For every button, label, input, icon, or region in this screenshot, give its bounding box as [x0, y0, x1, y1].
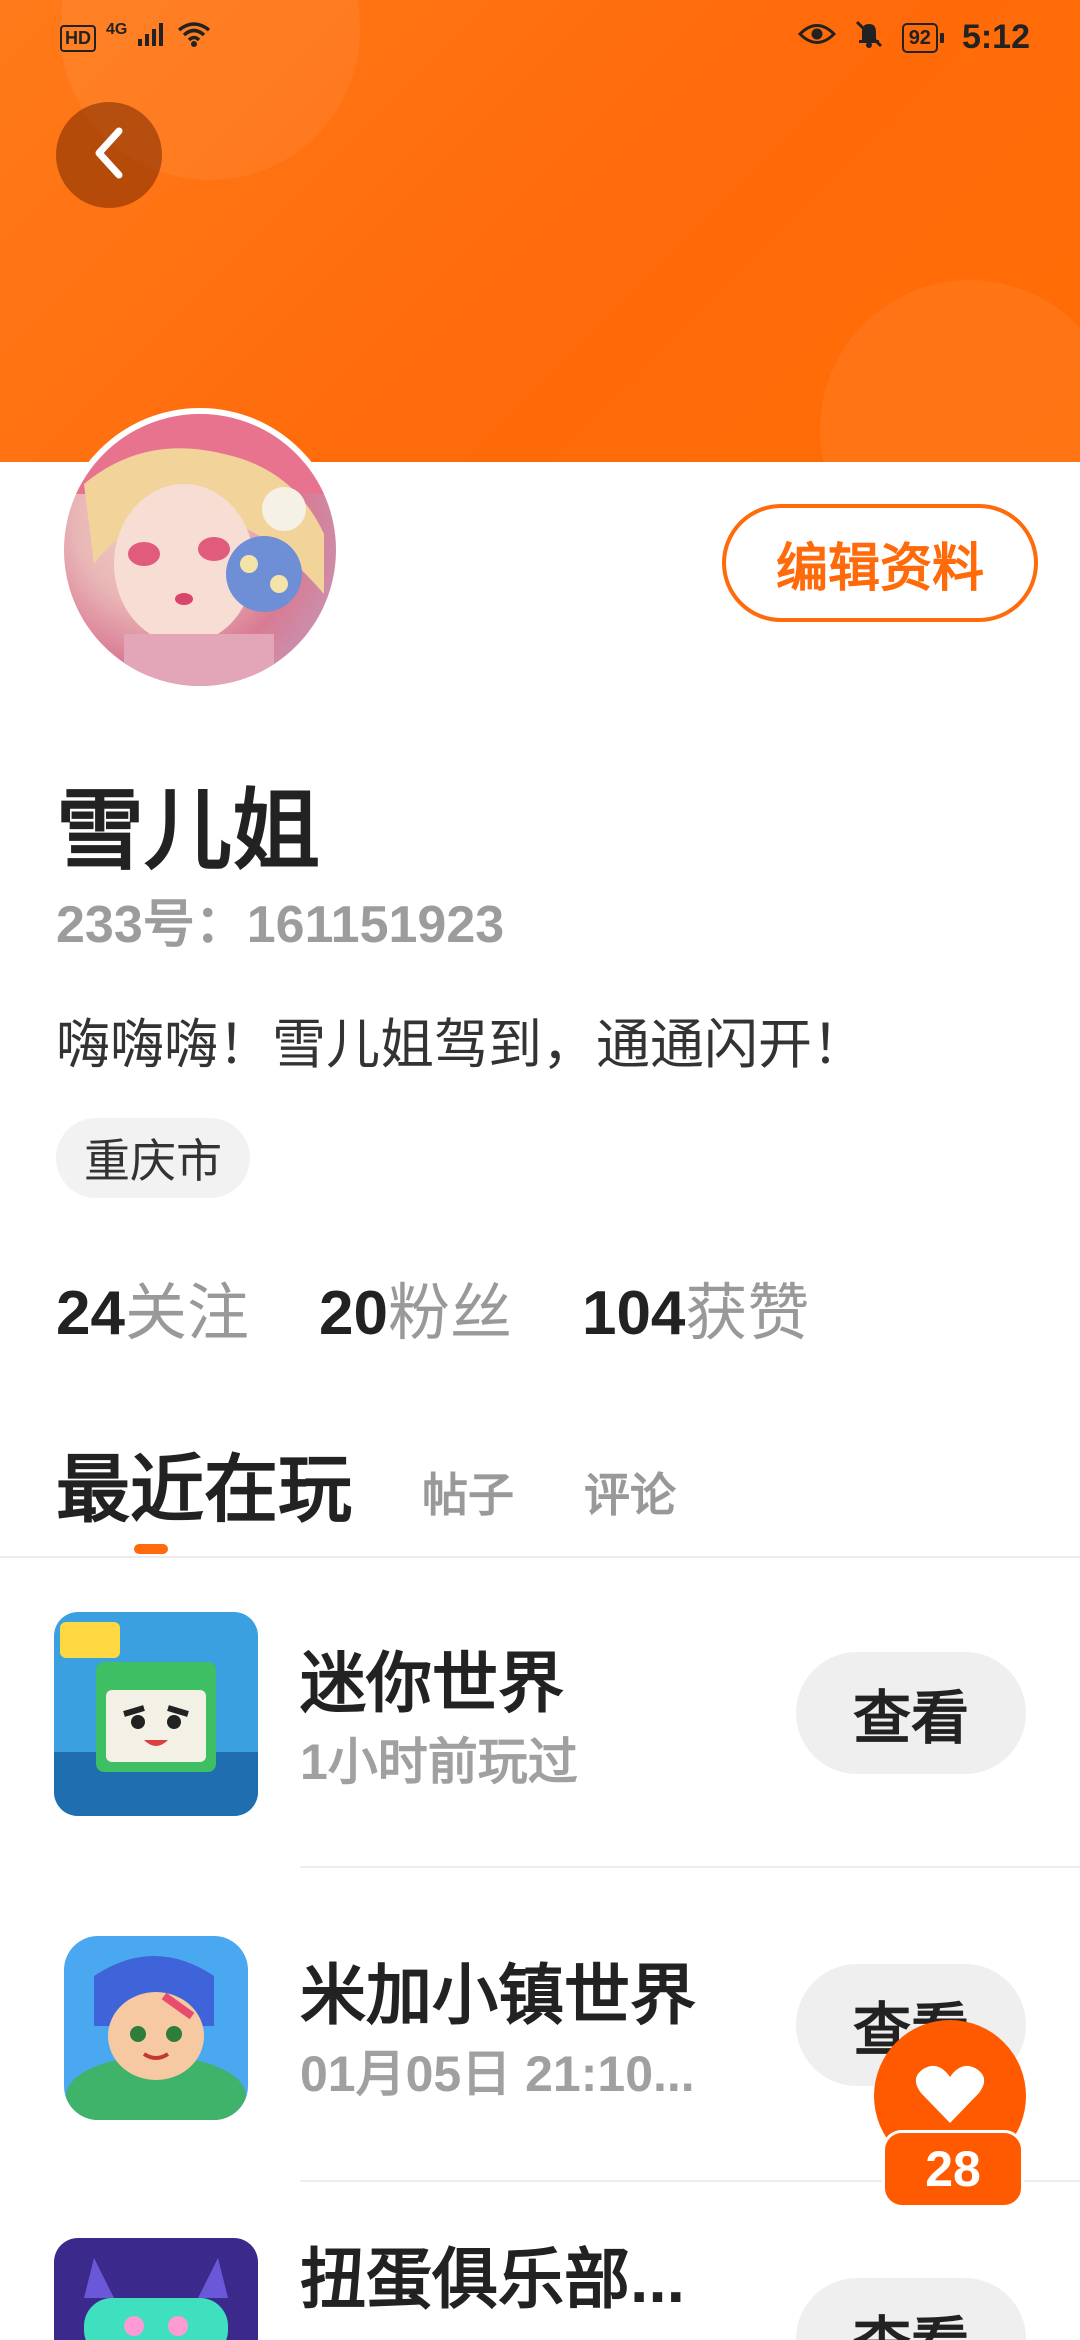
tab-posts[interactable]: 帖子	[422, 1459, 514, 1537]
tab-recently-played[interactable]: 最近在玩	[56, 1430, 352, 1537]
eye-icon	[797, 21, 836, 55]
gacha-club-icon	[54, 2238, 258, 2340]
mini-world-icon	[54, 1612, 258, 1816]
chevron-left-icon	[89, 125, 129, 186]
list-item[interactable]: 迷你世界 1小时前玩过 查看	[0, 1558, 1080, 1872]
mute-bell-icon	[854, 19, 884, 57]
wifi-icon	[177, 20, 211, 56]
view-button[interactable]: 查看	[796, 1652, 1026, 1774]
profile-uid: 233号：161151923	[56, 896, 505, 954]
game-subtitle: 1小时前玩过	[300, 1734, 578, 1790]
edit-profile-button[interactable]: 编辑资料	[722, 504, 1038, 622]
signal-icon	[137, 21, 167, 55]
back-button[interactable]	[56, 102, 162, 208]
stat-label: 关注	[124, 1279, 249, 1348]
network-label: 4G	[106, 21, 128, 38]
stat-label: 获赞	[685, 1279, 810, 1348]
stat-fans[interactable]: 20粉丝	[319, 1262, 512, 1352]
game-title: 迷你世界	[300, 1646, 564, 1720]
stat-number: 104	[581, 1279, 686, 1348]
profile-name: 雪儿姐	[56, 781, 321, 880]
stat-following[interactable]: 24关注	[56, 1262, 249, 1352]
profile-bio: 嗨嗨嗨！雪儿姐驾到，通通闪开！	[56, 1015, 866, 1075]
stats-row: 24关注 20粉丝 104获赞	[56, 1262, 809, 1352]
clock: 5:12	[961, 18, 1030, 56]
profile-tabs: 最近在玩 帖子 评论	[56, 1430, 676, 1537]
game-subtitle: 01月05日 21:10...	[300, 2046, 695, 2102]
banner-decoration	[820, 280, 1080, 462]
battery-indicator: 92	[901, 22, 944, 53]
stat-number: 24	[56, 1279, 125, 1348]
location-tag: 重庆市	[56, 1118, 250, 1198]
active-tab-indicator	[134, 1544, 168, 1554]
game-title: 扭蛋俱乐部...	[300, 2242, 686, 2316]
stat-likes[interactable]: 104获赞	[582, 1262, 809, 1352]
hd-badge: HD	[60, 24, 96, 52]
miga-town-icon	[64, 1936, 248, 2120]
avatar[interactable]	[58, 408, 342, 692]
heart-icon	[915, 2063, 985, 2130]
status-bar: HD 4G 92 5:12	[0, 0, 1080, 74]
view-button[interactable]: 查看	[796, 2278, 1026, 2340]
game-title: 米加小镇世界	[300, 1958, 696, 2032]
divider	[300, 1866, 1080, 1868]
battery-level: 92	[901, 22, 938, 53]
like-count-badge: 28	[882, 2130, 1024, 2208]
stat-number: 20	[318, 1279, 388, 1348]
stat-label: 粉丝	[387, 1279, 512, 1348]
tab-comments[interactable]: 评论	[584, 1459, 676, 1537]
